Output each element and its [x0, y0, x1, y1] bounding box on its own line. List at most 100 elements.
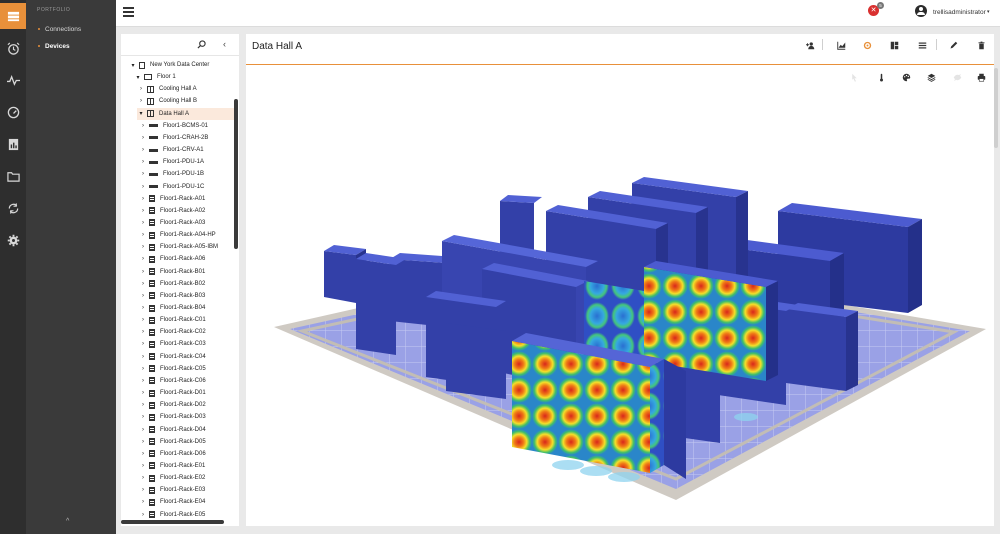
chevron-right-icon[interactable]: ›	[139, 512, 147, 518]
chevron-right-icon[interactable]: ›	[139, 135, 147, 141]
chevron-right-icon[interactable]: ›	[139, 147, 147, 153]
report-icon[interactable]	[0, 131, 26, 157]
tree-node[interactable]: › Floor1-PDU-1C	[139, 181, 235, 193]
chevron-right-icon[interactable]: ›	[139, 439, 147, 445]
tree-node[interactable]: › Floor1-Rack-A06	[139, 253, 235, 265]
tree-node[interactable]: ▾ Data Hall A	[137, 107, 235, 120]
tree-node[interactable]: › Floor1-BCMS-01	[139, 120, 235, 132]
chevron-right-icon[interactable]: ›	[139, 159, 147, 165]
tree-node[interactable]: ▾ New York Data Center	[129, 59, 235, 71]
tree-node[interactable]: › Floor1-Rack-C03	[139, 338, 235, 350]
nav-item-devices[interactable]: Devices	[38, 43, 70, 50]
folder-icon[interactable]	[0, 163, 26, 189]
chevron-right-icon[interactable]: ›	[139, 499, 147, 505]
tree-node[interactable]: › Floor1-Rack-B01	[139, 266, 235, 278]
chevron-right-icon[interactable]: ›	[139, 451, 147, 457]
tree-node[interactable]: › Floor1-Rack-D01	[139, 387, 235, 399]
tree-node[interactable]: › Floor1-Rack-C02	[139, 326, 235, 338]
chevron-right-icon[interactable]: ›	[139, 208, 147, 214]
chevron-right-icon[interactable]: ›	[139, 232, 147, 238]
chevron-right-icon[interactable]: ›	[139, 487, 147, 493]
chevron-right-icon[interactable]: ›	[139, 329, 147, 335]
user-name[interactable]: trellisadministrator	[933, 9, 986, 16]
chevron-right-icon[interactable]: ›	[139, 256, 147, 262]
chevron-up-icon[interactable]: ^	[66, 518, 69, 525]
chevron-right-icon[interactable]: ›	[139, 269, 147, 275]
tree-node[interactable]: › Floor1-Rack-D04	[139, 424, 235, 436]
dashboard-icon[interactable]	[0, 3, 26, 29]
tree-node[interactable]: › Floor1-Rack-E01	[139, 460, 235, 472]
print-icon[interactable]	[975, 71, 987, 83]
chevron-right-icon[interactable]: ›	[137, 86, 145, 92]
alarm-clock-icon[interactable]	[0, 35, 26, 61]
layers-icon[interactable]	[925, 71, 937, 83]
chevron-down-icon[interactable]: ▾	[137, 110, 145, 117]
tree-node[interactable]: › Floor1-PDU-1B	[139, 168, 235, 180]
hamburger-menu-icon[interactable]	[123, 7, 134, 17]
chevron-right-icon[interactable]: ›	[139, 305, 147, 311]
tree-node[interactable]: › Floor1-Rack-D02	[139, 399, 235, 411]
tree-node[interactable]: › Floor1-Rack-B04	[139, 302, 235, 314]
chevron-right-icon[interactable]: ›	[139, 184, 147, 190]
tree-node[interactable]: › Floor1-Rack-A05-IBM	[139, 241, 235, 253]
thermometer-icon[interactable]	[875, 71, 887, 83]
tree-horizontal-scrollbar[interactable]	[121, 520, 224, 524]
search-icon[interactable]	[197, 40, 206, 51]
tree-node[interactable]: › Floor1-PDU-1A	[139, 156, 235, 168]
tree-node[interactable]: › Floor1-Rack-E02	[139, 472, 235, 484]
tree-node[interactable]: ▾ Floor 1	[134, 71, 235, 83]
tree-node[interactable]: › Floor1-Rack-C05	[139, 363, 235, 375]
main-vertical-scrollbar[interactable]	[994, 68, 998, 148]
tree-node[interactable]: › Floor1-Rack-C06	[139, 375, 235, 387]
tree-node[interactable]: › Floor1-Rack-D06	[139, 448, 235, 460]
tree-node[interactable]: › Floor1-Rack-B03	[139, 290, 235, 302]
gauge-icon[interactable]	[0, 99, 26, 125]
chevron-right-icon[interactable]: ›	[139, 390, 147, 396]
hide-icon[interactable]	[951, 71, 963, 83]
chevron-right-icon[interactable]: ›	[139, 378, 147, 384]
tree-node[interactable]: › Cooling Hall A	[137, 83, 235, 95]
data-hall-3d-view[interactable]	[246, 91, 994, 524]
pulse-icon[interactable]	[0, 67, 26, 93]
tree-node[interactable]: › Floor1-Rack-A02	[139, 205, 235, 217]
tree-vertical-scrollbar[interactable]	[234, 99, 238, 249]
chevron-right-icon[interactable]: ›	[139, 427, 147, 433]
tree-node[interactable]: › Floor1-Rack-D05	[139, 436, 235, 448]
user-menu-caret-icon[interactable]: ▾	[987, 9, 990, 15]
edit-icon[interactable]	[947, 39, 959, 51]
chevron-down-icon[interactable]: ▾	[134, 74, 142, 81]
tree-node[interactable]: › Floor1-CRAH-2B	[139, 132, 235, 144]
chevron-right-icon[interactable]: ›	[139, 220, 147, 226]
tree-node[interactable]: › Floor1-Rack-D03	[139, 411, 235, 423]
chevron-right-icon[interactable]: ›	[139, 366, 147, 372]
tree-node[interactable]: › Cooling Hall B	[137, 95, 235, 107]
chevron-right-icon[interactable]: ›	[139, 317, 147, 323]
chevron-right-icon[interactable]: ›	[139, 402, 147, 408]
chevron-right-icon[interactable]: ›	[139, 196, 147, 202]
layout-icon[interactable]	[888, 39, 900, 51]
tree-node[interactable]: › Floor1-CRV-A1	[139, 144, 235, 156]
settings-icon[interactable]	[0, 227, 26, 253]
tree-node[interactable]: › Floor1-Rack-A01	[139, 193, 235, 205]
user-avatar-icon[interactable]	[915, 5, 927, 17]
tree-node[interactable]: › Floor1-Rack-B02	[139, 278, 235, 290]
chevron-right-icon[interactable]: ›	[139, 354, 147, 360]
tree-node[interactable]: › Floor1-Rack-A04-HP	[139, 229, 235, 241]
chevron-right-icon[interactable]: ›	[139, 341, 147, 347]
tree-node[interactable]: › Floor1-Rack-E05	[139, 509, 235, 521]
tree-node[interactable]: › Floor1-Rack-E03	[139, 484, 235, 496]
list-icon[interactable]	[916, 39, 928, 51]
chevron-right-icon[interactable]: ›	[139, 123, 147, 129]
gear-icon[interactable]	[861, 39, 873, 51]
tree-node[interactable]: › Floor1-Rack-C04	[139, 351, 235, 363]
chevron-right-icon[interactable]: ›	[139, 171, 147, 177]
chevron-right-icon[interactable]: ›	[139, 244, 147, 250]
chart-icon[interactable]	[835, 39, 847, 51]
tree-node[interactable]: › Floor1-Rack-E04	[139, 496, 235, 508]
chevron-down-icon[interactable]: ▾	[129, 62, 137, 69]
delete-icon[interactable]	[975, 39, 987, 51]
palette-icon[interactable]	[900, 71, 912, 83]
sync-icon[interactable]	[0, 195, 26, 221]
tree-node[interactable]: › Floor1-Rack-A03	[139, 217, 235, 229]
chevron-right-icon[interactable]: ›	[139, 293, 147, 299]
